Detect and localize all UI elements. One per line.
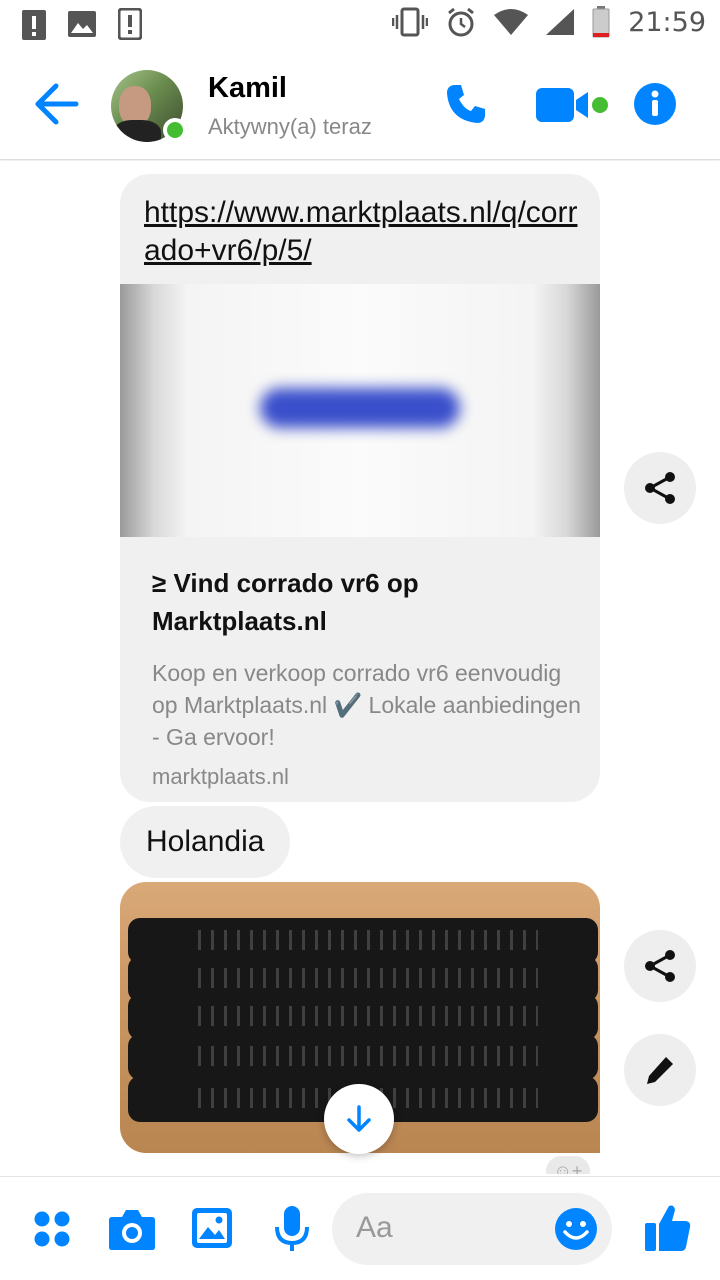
battery-icon [592, 6, 610, 38]
signal-icon [546, 9, 575, 35]
video-call-icon[interactable] [536, 88, 612, 122]
info-icon[interactable] [633, 82, 677, 126]
sim-alert-icon [118, 8, 142, 40]
link-description: Koop en verkoop corrado vr6 eenvoudig op… [152, 660, 581, 750]
phone-icon[interactable] [444, 82, 488, 126]
link-preview-card[interactable]: https://www.marktplaats.nl/q/corrado+vr6… [120, 174, 600, 802]
camera-icon[interactable] [108, 1207, 156, 1251]
share-icon [645, 950, 675, 982]
link-preview-image[interactable] [120, 284, 600, 537]
add-reaction-icon: ☺+ [553, 1160, 583, 1175]
composer-bar: Aa [0, 1176, 720, 1280]
alarm-icon [448, 7, 475, 37]
emoji-icon[interactable] [554, 1207, 598, 1251]
contact-status: Aktywny(a) teraz [208, 114, 372, 139]
contact-name[interactable]: Kamil [208, 72, 287, 105]
share-button[interactable] [624, 452, 696, 524]
wifi-icon [494, 9, 529, 35]
alert-icon [22, 10, 46, 40]
share-icon [645, 472, 675, 504]
apps-icon[interactable] [33, 1210, 71, 1248]
link-url[interactable]: https://www.marktplaats.nl/q/corrado+vr6… [144, 194, 584, 270]
like-icon[interactable] [644, 1203, 692, 1253]
presence-dot [163, 118, 187, 142]
clock: 21:59 [628, 6, 706, 38]
gallery-icon[interactable] [191, 1207, 233, 1249]
edit-icon [647, 1057, 673, 1084]
microphone-icon[interactable] [274, 1205, 310, 1253]
add-reaction-button[interactable]: ☺+ [546, 1156, 590, 1174]
arrow-down-icon [347, 1105, 371, 1132]
status-bar: 21:59 [0, 0, 720, 48]
share-button[interactable] [624, 930, 696, 1002]
back-arrow-icon[interactable] [30, 78, 82, 130]
vibrate-icon [392, 7, 429, 37]
image-notification-icon [68, 11, 96, 37]
link-title: ≥ Vind corrado vr6 op Marktplaats.nl [152, 568, 419, 636]
message-bubble[interactable]: Holandia [120, 806, 291, 878]
scroll-to-bottom-button[interactable] [324, 1084, 394, 1154]
edit-button[interactable] [624, 1034, 696, 1106]
message-list[interactable]: https://www.marktplaats.nl/q/corrado+vr6… [0, 161, 720, 1174]
conversation-header: Kamil Aktywny(a) teraz [0, 48, 720, 160]
message-input[interactable]: Aa [332, 1193, 612, 1265]
link-domain: marktplaats.nl [152, 764, 289, 789]
message-placeholder: Aa [356, 1211, 393, 1244]
